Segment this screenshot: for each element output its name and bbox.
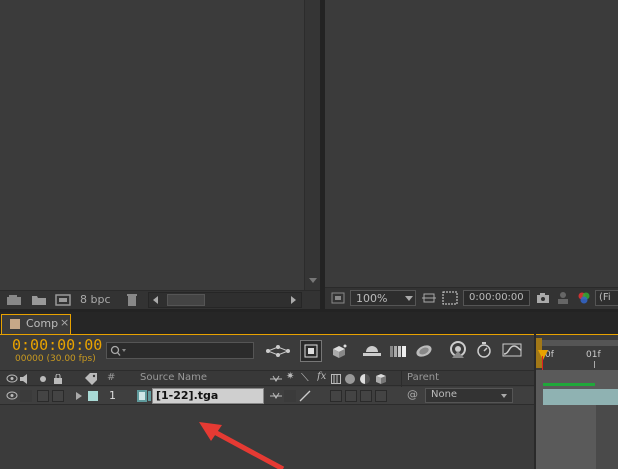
draft-3d-button[interactable] [300, 340, 322, 362]
column-separator [401, 371, 402, 387]
layer-duration-bar[interactable] [543, 389, 618, 405]
auto-keyframe-icon[interactable] [448, 341, 468, 359]
zoom-dropdown[interactable]: 100% [350, 290, 416, 306]
frame-info: 00000 (30.00 fps) [15, 354, 96, 364]
frame-blend-switch-icon[interactable] [331, 374, 341, 384]
comp-color-swatch [10, 319, 20, 329]
solo-switch-box[interactable] [37, 390, 49, 402]
motion-blur-switch-icon[interactable] [345, 374, 355, 384]
layer-name-field[interactable]: [1-22].tga [152, 388, 264, 404]
video-eye-icon[interactable] [6, 374, 18, 383]
chevron-down-icon [405, 296, 413, 301]
label-tag-icon[interactable] [84, 373, 98, 385]
brainstorm-icon[interactable] [414, 343, 434, 359]
hscroll-thumb[interactable] [167, 294, 205, 306]
ruler-next-label: 01f [586, 350, 601, 360]
column-parent[interactable]: Parent [407, 372, 439, 383]
work-area-green-bar [543, 383, 595, 386]
audio-speaker-icon[interactable] [19, 374, 31, 384]
lock-icon[interactable] [53, 374, 63, 384]
layer-label-color[interactable] [88, 391, 98, 401]
layer-shy-switch-icon[interactable] [270, 392, 282, 400]
motion-blur-switch-box[interactable] [360, 390, 372, 402]
close-icon[interactable]: × [60, 316, 69, 329]
tab-comp-label: Comp [26, 317, 59, 330]
scroll-right-arrow-icon[interactable] [291, 296, 296, 304]
parent-value: None [431, 389, 458, 400]
layer-row[interactable]: 1 [1-22].tga @ None [0, 387, 534, 405]
column-fx[interactable]: fx [317, 371, 326, 382]
work-area-bar[interactable] [542, 340, 618, 346]
search-icon [110, 345, 126, 357]
parent-chevron-down-icon [501, 394, 507, 398]
lock-switch-box[interactable] [52, 390, 64, 402]
show-snapshot-icon[interactable] [557, 291, 569, 305]
color-channels-icon[interactable] [576, 291, 592, 305]
time-ruler[interactable]: 0f 01f [536, 336, 618, 368]
column-number: # [107, 372, 116, 383]
timeline-timecode[interactable]: 0:00:00:00 [12, 336, 102, 354]
quality-slash-icon[interactable]: ⟍ [301, 371, 309, 385]
graph-editor-icon[interactable] [501, 342, 523, 358]
project-hscrollbar[interactable] [148, 292, 302, 308]
comp-mini-flowchart-icon[interactable] [265, 344, 291, 358]
hide-shy-layers-icon[interactable] [330, 343, 348, 359]
audio-switch-box[interactable] [20, 390, 32, 402]
annotation-arrow [199, 422, 285, 469]
interpret-footage-icon[interactable] [6, 294, 22, 306]
new-composition-icon[interactable] [55, 294, 71, 306]
layer-column-header: # Source Name ✷ ⟍ fx Parent [0, 370, 534, 387]
project-footer: 8 bpc [0, 290, 320, 309]
snapshot-camera-icon[interactable] [536, 292, 550, 304]
solo-dot-icon[interactable] [40, 376, 46, 382]
frame-blending-icon[interactable] [362, 344, 382, 358]
view-dropdown[interactable]: (Fi [595, 290, 618, 306]
scroll-down-arrow-icon[interactable] [309, 278, 317, 283]
viewer-footer: 100% 0:00:00:00 (Fi [325, 287, 618, 309]
footage-sequence-icon [136, 389, 152, 403]
expand-triangle-icon[interactable] [76, 392, 82, 400]
ruler-tick [594, 361, 595, 368]
effect-switch-box[interactable] [330, 390, 342, 402]
project-panel [0, 0, 320, 309]
3d-layer-switch-icon[interactable] [375, 373, 387, 385]
viewer-timecode: 0:00:00:00 [469, 292, 524, 303]
shy-switch-icon[interactable] [270, 375, 282, 383]
frame-blend-switch-box[interactable] [345, 390, 357, 402]
new-folder-icon[interactable] [31, 294, 47, 306]
always-preview-icon[interactable] [331, 292, 345, 304]
scroll-left-arrow-icon[interactable] [153, 296, 158, 304]
motion-blur-icon[interactable] [388, 343, 408, 359]
project-scrollbar[interactable] [304, 0, 320, 290]
bit-depth-label[interactable]: 8 bpc [80, 293, 111, 306]
current-time-indicator-icon[interactable] [538, 350, 548, 360]
timer-icon[interactable] [476, 341, 492, 359]
zoom-value: 100% [356, 292, 388, 305]
adjustment-layer-icon[interactable] [360, 374, 370, 384]
tab-comp[interactable]: Comp × [1, 314, 71, 334]
layer-track-dark-region [596, 405, 618, 469]
collapse-sun-icon[interactable]: ✷ [286, 371, 294, 382]
collapse-switch-box[interactable] [284, 390, 296, 402]
layer-number: 1 [109, 389, 116, 402]
region-of-interest-icon[interactable] [442, 291, 458, 305]
trash-icon[interactable] [126, 293, 138, 307]
timeline-tab-bar: Comp × [0, 312, 618, 334]
viewer-timecode-field[interactable]: 0:00:00:00 [463, 290, 530, 306]
layer-visibility-eye-icon[interactable] [6, 391, 18, 400]
column-source-name[interactable]: Source Name [140, 372, 207, 383]
layer-name: [1-22].tga [156, 389, 219, 402]
composition-viewer [325, 0, 618, 309]
parent-dropdown[interactable]: None [425, 388, 513, 403]
view-dropdown-label: (Fi [599, 292, 611, 303]
pick-whip-icon[interactable]: @ [407, 388, 418, 401]
resolution-icon[interactable] [422, 292, 436, 304]
layer-search-input[interactable] [106, 342, 254, 359]
layer-quality-slash-icon[interactable] [299, 390, 311, 402]
3d-layer-switch-box[interactable] [375, 390, 387, 402]
